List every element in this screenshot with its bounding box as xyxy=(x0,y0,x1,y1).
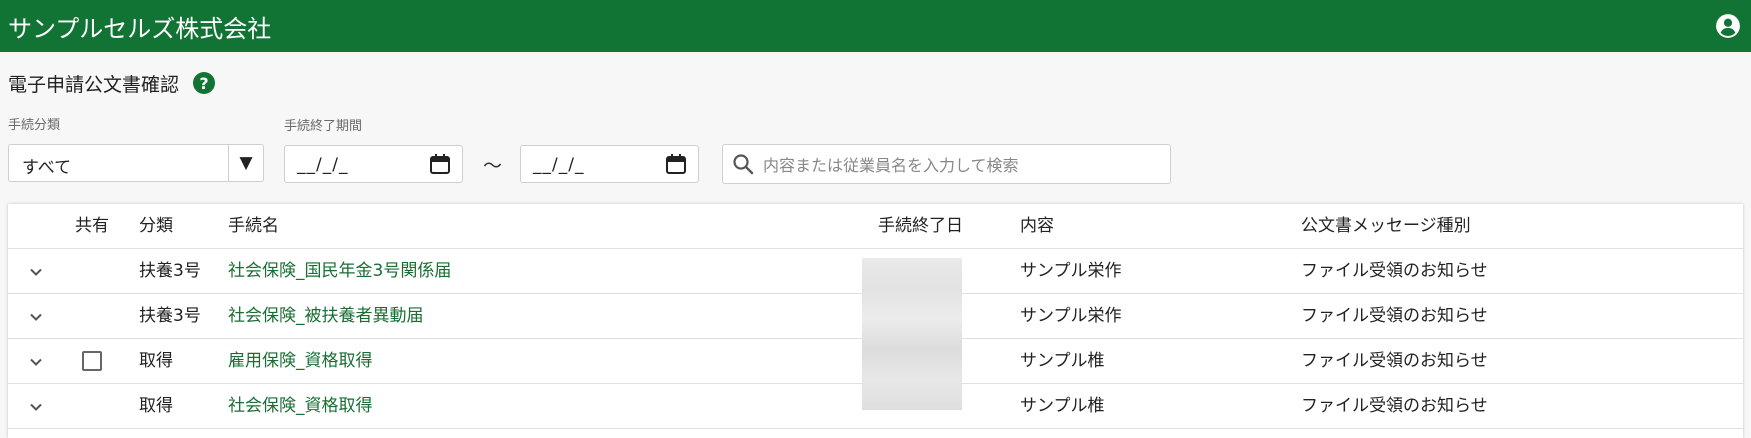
dropdown-arrow-icon[interactable]: ▼ xyxy=(228,145,263,181)
date-from-placeholder: __/_/_ xyxy=(297,155,349,175)
row-message-type: ファイル受領のお知らせ xyxy=(1301,396,1488,416)
row-procedure-link[interactable]: 社会保険_被扶養者異動届 xyxy=(228,294,424,339)
header-end-date: 手続終了日 xyxy=(878,216,963,236)
period-filter-label: 手続終了期間 xyxy=(284,119,363,134)
row-message-type: ファイル受領のお知らせ xyxy=(1301,261,1488,281)
redacted-end-dates xyxy=(862,258,962,410)
category-select[interactable]: すべて ▼ xyxy=(8,144,264,182)
row-category: 扶養3号 xyxy=(139,261,201,281)
row-category: 取得 xyxy=(139,396,173,416)
header-shared: 共有 xyxy=(75,216,109,236)
calendar-icon[interactable] xyxy=(664,152,688,176)
chevron-down-icon[interactable] xyxy=(26,307,46,327)
search-box[interactable] xyxy=(722,144,1171,184)
row-content: サンプル椎 xyxy=(1020,396,1105,416)
search-input[interactable] xyxy=(761,149,1165,181)
page-header: 電子申請公文書確認 ? xyxy=(0,52,1751,114)
shared-checkbox[interactable] xyxy=(82,351,102,371)
row-message-type: ファイル受領のお知らせ xyxy=(1301,306,1488,326)
row-category: 取得 xyxy=(139,351,173,371)
row-content: サンプル栄作 xyxy=(1020,306,1122,326)
app-bar: サンプルセルズ株式会社 xyxy=(0,0,1751,52)
date-from-field[interactable]: __/_/_ xyxy=(284,145,463,183)
chevron-down-icon[interactable] xyxy=(26,352,46,372)
search-icon xyxy=(733,154,754,175)
header-message-type: 公文書メッセージ種別 xyxy=(1301,216,1471,236)
help-icon[interactable]: ? xyxy=(193,72,216,94)
company-name: サンプルセルズ株式会社 xyxy=(8,14,272,43)
header-content: 内容 xyxy=(1020,216,1054,236)
filter-bar: 手続分類 すべて ▼ 手続終了期間 __/_/_ ～ __/_/_ xyxy=(0,114,1751,184)
date-to-field[interactable]: __/_/_ xyxy=(520,145,699,183)
page-title: 電子申請公文書確認 xyxy=(8,73,180,96)
account-circle-icon[interactable] xyxy=(1715,13,1741,39)
row-content: サンプル椎 xyxy=(1020,351,1105,371)
row-message-type: ファイル受領のお知らせ xyxy=(1301,351,1488,371)
table-header-row: 共有 分類 手続名 手続終了日 内容 公文書メッセージ種別 xyxy=(8,204,1743,249)
calendar-icon[interactable] xyxy=(428,152,452,176)
row-category: 扶養3号 xyxy=(139,306,201,326)
date-range-separator: ～ xyxy=(483,155,503,177)
category-filter-label: 手続分類 xyxy=(8,118,61,133)
header-category: 分類 xyxy=(139,216,173,236)
header-procedure-name: 手続名 xyxy=(228,216,279,236)
row-procedure-link[interactable]: 雇用保険_資格取得 xyxy=(228,339,373,384)
chevron-down-icon[interactable] xyxy=(26,262,46,282)
row-procedure-link[interactable]: 社会保険_資格取得 xyxy=(228,384,373,429)
row-content: サンプル栄作 xyxy=(1020,261,1122,281)
category-select-value: すべて xyxy=(22,158,72,178)
row-procedure-link[interactable]: 社会保険_国民年金3号関係届 xyxy=(228,249,451,294)
chevron-down-icon[interactable] xyxy=(26,397,46,417)
date-to-placeholder: __/_/_ xyxy=(533,155,585,175)
